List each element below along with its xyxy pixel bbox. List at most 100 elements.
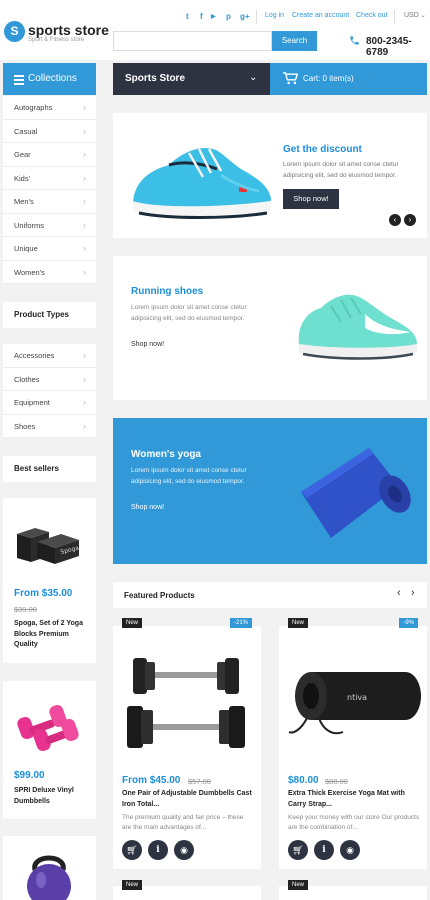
search-input[interactable]	[113, 31, 272, 51]
add-to-cart-button[interactable]: 🛒︎	[122, 840, 142, 860]
eye-icon: ◉	[346, 845, 354, 855]
yoga-mat-image[interactable]	[299, 442, 415, 546]
info-button[interactable]: i	[314, 840, 334, 860]
chevron-right-icon: ›	[83, 172, 86, 183]
discount-banner[interactable]: Get the discount Lorem ipsum dolor sit a…	[113, 113, 427, 238]
chevron-right-icon: ›	[83, 125, 86, 136]
running-shop-link[interactable]: Shop now!	[131, 341, 164, 348]
quick-view-button[interactable]: ◉	[340, 840, 360, 860]
product-name[interactable]: Extra Thick Exercise Yoga Mat with Carry…	[288, 789, 420, 810]
youtube-icon[interactable]: ▶	[211, 13, 216, 20]
kettlebell-image[interactable]	[21, 848, 77, 900]
running-shoe-image[interactable]	[295, 288, 420, 364]
discount-badge: -9%	[399, 618, 418, 628]
sidebar-item-womens[interactable]: Women's ›	[3, 261, 96, 284]
product-old-price: $57.00	[188, 777, 211, 786]
best-seller-name[interactable]: SPRI Deluxe Vinyl Dumbbells	[14, 786, 92, 807]
search-button[interactable]: Search	[272, 31, 317, 51]
yoga-mat-image[interactable]: ntiva	[287, 660, 421, 740]
pinterest-icon[interactable]: p	[226, 12, 231, 21]
product-card[interactable]: New	[279, 880, 427, 900]
sidebar-item-label: Equipment	[14, 398, 50, 407]
collections-list: Autographs › Casual › Gear › Kids' › Men's › …	[3, 96, 96, 284]
product-old-price: $88.00	[325, 777, 348, 786]
collections-menu-button[interactable]: Collections	[3, 63, 96, 95]
chevron-right-icon: ›	[83, 373, 86, 384]
new-badge: New	[288, 618, 309, 628]
cart-icon: 🛒︎	[126, 845, 138, 855]
quick-view-button[interactable]: ◉	[174, 840, 194, 860]
twitter-icon[interactable]: t	[186, 12, 189, 21]
discount-text: Lorem ipsum dolor sit amet conse ctetur …	[283, 161, 399, 179]
yoga-blocks-image[interactable]: Spoga	[13, 522, 81, 566]
sidebar-item-gear[interactable]: Gear ›	[3, 143, 96, 167]
facebook-icon[interactable]: f	[200, 12, 203, 21]
best-seller-name[interactable]: Spoga, Set of 2 Yoga Blocks Premium Qual…	[14, 619, 92, 651]
best-seller-price: From $35.00	[14, 588, 73, 599]
new-badge: New	[288, 880, 309, 890]
product-name[interactable]: One Pair of Adjustable Dumbbells Cast Ir…	[122, 789, 254, 810]
phone-number: 800-2345-6789	[366, 36, 412, 58]
sidebar-item-label: Kids'	[14, 173, 31, 183]
product-price: From $45.00	[122, 775, 181, 786]
yoga-text: Lorem ipsum dolor sit amet conse ctetur …	[131, 467, 247, 485]
chevron-right-icon: ›	[83, 102, 86, 112]
google-plus-icon[interactable]: g+	[240, 12, 250, 21]
slider-next-button[interactable]: ›	[404, 214, 416, 226]
sidebar-item-kids[interactable]: Kids' ›	[3, 167, 96, 190]
dumbbells-image[interactable]	[121, 650, 253, 760]
slider-prev-button[interactable]: ‹	[389, 214, 401, 226]
sidebar-item-equipment[interactable]: Equipment ›	[3, 391, 96, 415]
currency-select[interactable]: USD ⌄	[404, 12, 426, 19]
currency-value: USD	[404, 12, 419, 19]
product-types-list: Accessories › Clothes › Equipment › Shoes ›	[3, 344, 96, 438]
yoga-shop-link[interactable]: Shop now!	[131, 504, 164, 511]
cart-icon	[283, 72, 298, 85]
product-card[interactable]: New	[113, 880, 261, 900]
sneaker-image[interactable]	[129, 131, 274, 223]
sidebar-item-accessories[interactable]: Accessories ›	[3, 344, 96, 368]
svg-text:ntiva: ntiva	[347, 693, 367, 702]
sidebar-item-unique[interactable]: Unique ›	[3, 237, 96, 261]
sidebar-item-uniforms[interactable]: Uniforms ›	[3, 214, 96, 237]
shop-now-button[interactable]: Shop now!	[283, 189, 339, 209]
checkout-link[interactable]: Check out	[356, 12, 388, 19]
running-title: Running shoes	[131, 286, 204, 297]
product-types-heading: Product Types	[3, 302, 96, 328]
sidebar-item-label: Clothes	[14, 374, 40, 384]
product-description: The premium quality and fair price – the…	[122, 814, 244, 831]
sidebar-item-label: Men's	[14, 197, 34, 206]
product-card[interactable]: New -21% From $45.00 $57.00 One Pair of …	[113, 618, 261, 869]
best-seller-card[interactable]	[3, 836, 96, 900]
best-seller-card[interactable]: Spoga From $35.00 $39.00 Spoga, Set of 2…	[3, 498, 96, 663]
featured-prev-button[interactable]: ‹	[397, 587, 401, 599]
site-header: S sports store Sport & Fitness store t f…	[0, 0, 430, 60]
cart-icon: 🛒︎	[292, 845, 304, 855]
cart-button[interactable]: Cart: 0 item(s)	[270, 63, 427, 95]
sidebar-item-autographs[interactable]: Autographs ›	[3, 96, 96, 120]
sidebar-item-label: Women's	[14, 267, 45, 277]
create-account-link[interactable]: Create an account	[292, 12, 349, 19]
sidebar-item-clothes[interactable]: Clothes ›	[3, 368, 96, 391]
product-card[interactable]: New -9% ntiva $80.00 $88.00 Extra Thick …	[279, 618, 427, 869]
store-dropdown[interactable]: Sports Store ⌄	[113, 63, 270, 95]
best-seller-card[interactable]: $99.00 SPRI Deluxe Vinyl Dumbbells	[3, 681, 96, 819]
chevron-right-icon: ›	[83, 397, 86, 407]
sidebar-item-casual[interactable]: Casual ›	[3, 120, 96, 143]
chevron-right-icon: ›	[83, 266, 86, 277]
new-badge: New	[122, 880, 143, 890]
login-link[interactable]: Log in	[265, 12, 284, 19]
add-to-cart-button[interactable]: 🛒︎	[288, 840, 308, 860]
logo-name[interactable]: sports store	[28, 22, 109, 38]
sidebar-item-mens[interactable]: Men's ›	[3, 190, 96, 214]
featured-title: Featured Products	[124, 591, 195, 600]
featured-next-button[interactable]: ›	[411, 587, 415, 599]
sidebar-item-shoes[interactable]: Shoes ›	[3, 415, 96, 438]
logo-icon[interactable]: S	[4, 21, 25, 42]
chevron-right-icon: ›	[83, 350, 86, 360]
dumbbells-image[interactable]	[13, 699, 83, 755]
info-button[interactable]: i	[148, 840, 168, 860]
info-icon: i	[322, 845, 326, 855]
womens-yoga-banner[interactable]: Women's yoga Lorem ipsum dolor sit amet …	[113, 418, 427, 564]
running-shoes-banner[interactable]: Running shoes Lorem ipsum dolor sit amet…	[113, 256, 427, 400]
